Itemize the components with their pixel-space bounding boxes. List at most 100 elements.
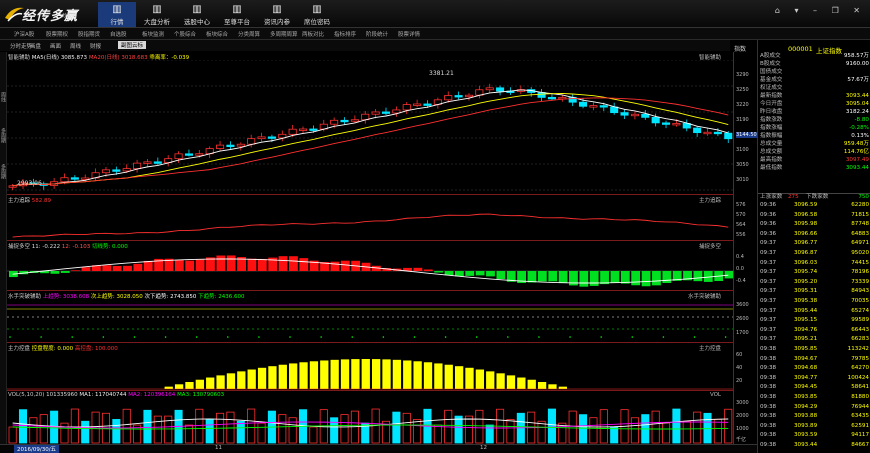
bull-bear-bar (724, 271, 733, 279)
control-bar (206, 377, 215, 389)
bull-bear-bar (60, 271, 70, 273)
subtab[interactable]: 板块监测 (142, 30, 164, 38)
control-bar (340, 359, 350, 389)
quote-row: 国债成交 (760, 69, 783, 75)
nav-gauge[interactable]: ▥ 大盘分析 (138, 2, 176, 27)
quote-row: B股成交 9160.00 (760, 61, 869, 67)
subtab[interactable]: 多周期周算 (270, 30, 298, 38)
side-tab[interactable]: 多周期 (0, 164, 7, 179)
subtab[interactable]: 沪深A股 (14, 30, 34, 38)
nav-chart-candle[interactable]: ▥ 行情 (98, 2, 136, 27)
window-controls[interactable]: ⌂ ▾ – ❐ ✕ (775, 6, 866, 15)
bull-bear-bar (610, 271, 620, 284)
chart-candle-icon: ▥ (112, 4, 122, 15)
nav-bar-chart[interactable]: ▥ 选股中心 (178, 2, 216, 27)
kline-panel[interactable]: 智能辅助 MA5(日线) 3085.873 MA20(日线) 3018.683 … (7, 52, 733, 194)
left-side-tabs: 周线 多周期 多周期 (0, 52, 7, 444)
subtab[interactable]: 自选股 (110, 30, 127, 38)
crown-icon: ▥ (232, 4, 242, 15)
tick-row: 09:37 3095.20 73339 (760, 278, 869, 285)
subtab[interactable]: 股票期权 (46, 30, 68, 38)
control-bar (372, 359, 381, 389)
axis-tick-label: 20 (736, 378, 743, 384)
quote-row: 基金成交 57.67万 (760, 77, 869, 83)
control-bar (558, 386, 567, 389)
main-control-panel[interactable]: 主力控盘 控盘程度: 0.000 高控盘: 100.000 主力控盘 (7, 342, 733, 390)
control-bar (185, 381, 194, 389)
bull-bear-panel[interactable]: 捕捉多空 11: -0.222 12: -0.103 切线势: 0.000 捕捉… (7, 240, 733, 290)
volume-bar (81, 420, 90, 444)
index-tab[interactable]: 指数 (734, 44, 746, 53)
axis-tick-label: 1700 (736, 330, 749, 336)
nav-label: 至尊平台 (224, 18, 250, 26)
toolbar-highlight-button[interactable]: 副图云标 (118, 41, 147, 49)
volume-bar (39, 414, 48, 444)
candle (662, 120, 671, 129)
subtab[interactable]: 个股综合 (174, 30, 196, 38)
candle (693, 126, 702, 137)
subtab[interactable]: 板块综合 (206, 30, 228, 38)
subtab[interactable]: 指标排序 (334, 30, 356, 38)
control-bar (257, 367, 267, 389)
control-bar (496, 373, 505, 389)
candle (133, 159, 142, 173)
bull-bear-bar (548, 271, 558, 282)
volume-bar (278, 414, 287, 444)
volume-bar (247, 408, 256, 444)
toolbar-item[interactable]: 画盘 (30, 42, 41, 50)
subtab[interactable]: 股票详情 (398, 30, 420, 38)
candle (496, 85, 505, 96)
toolbar-item[interactable]: 画面 (50, 42, 61, 50)
volume-bar (402, 412, 411, 444)
volume-bar (392, 411, 401, 444)
side-tab[interactable]: 周线 (0, 92, 7, 102)
subtab[interactable]: 阶段统计 (366, 30, 388, 38)
quote-row: A股成交 958.57万 (760, 53, 869, 59)
axis-tick-label: 60 (736, 352, 743, 358)
candle (381, 107, 391, 116)
subtab[interactable]: 分类周算 (238, 30, 260, 38)
control-bar (289, 363, 298, 389)
candle (703, 128, 712, 136)
toolbar-item[interactable]: 财报 (90, 42, 101, 50)
bull-bear-bar (133, 263, 143, 271)
tick-row: 09:36 3095.98 87748 (760, 221, 869, 228)
volume-bar (651, 410, 660, 444)
volume-panel[interactable]: VOL(5,10,20) 101335960 MA1: 117040744 MA… (7, 390, 733, 444)
bull-bear-bar (579, 271, 589, 287)
candle (485, 83, 494, 93)
tick-row: 09:38 3094.67 79785 (760, 355, 869, 362)
nav-crown[interactable]: ▥ 至尊平台 (218, 2, 256, 27)
control-bar (174, 384, 184, 389)
gauge-icon: ▥ (152, 4, 162, 15)
candle (682, 119, 691, 132)
subtab[interactable]: 股指期货 (78, 30, 100, 38)
bull-bear-bar (496, 271, 506, 279)
control-bar (226, 373, 236, 389)
bull-bear-bar (299, 258, 309, 271)
nav-document[interactable]: ▥ 资讯内参 (258, 2, 296, 27)
candle (475, 85, 484, 99)
subtab[interactable]: 两板对比 (302, 30, 324, 38)
volume-label: VOL (709, 392, 721, 398)
nav-key[interactable]: ▥ 席位密码 (298, 2, 336, 27)
side-tab[interactable]: 多周期 (0, 128, 7, 143)
volume-bar (464, 415, 474, 444)
document-icon: ▥ (272, 4, 282, 15)
bull-bear-bar (247, 258, 257, 271)
candle (630, 111, 639, 120)
control-bar (278, 364, 287, 389)
candle (278, 130, 287, 142)
sailor-breakout-panel[interactable]: 水手突破辅助 上趋势: 3038.608 次上趋势: 3028.050 次下趋势… (7, 290, 733, 342)
toolbar-item[interactable]: 分时走势 (10, 42, 32, 50)
candle (8, 183, 17, 191)
nav-label: 席位密码 (304, 18, 330, 26)
toolbar-item[interactable]: 周线 (70, 42, 81, 50)
volume-bar (18, 409, 28, 444)
main-force-track-panel[interactable]: 主力追踪 582.89 主力追踪 (7, 194, 733, 240)
control-bar (403, 360, 412, 389)
volume-bar (236, 420, 245, 444)
bull-bear-bar (486, 271, 495, 277)
volume-bar (330, 417, 339, 444)
nav-label: 大盘分析 (144, 18, 170, 26)
